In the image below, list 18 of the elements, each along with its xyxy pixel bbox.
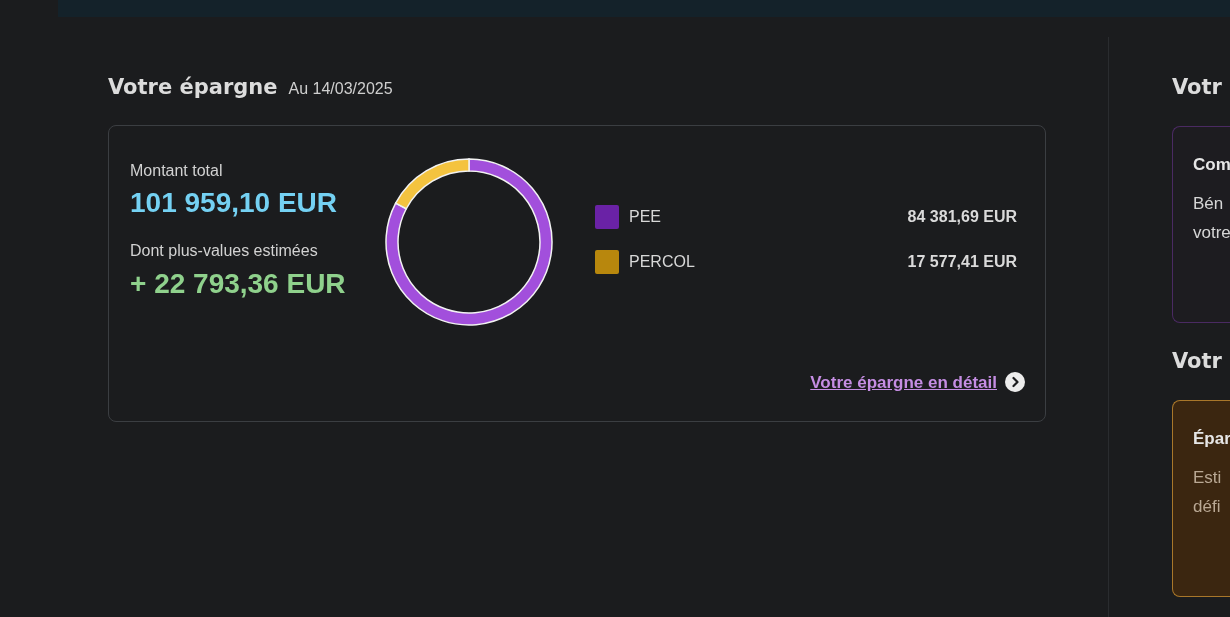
- gains-label: Dont plus-values estimées: [130, 241, 319, 261]
- gains-amount: + 22 793,36 EUR: [130, 267, 347, 301]
- section-title: Votr: [1172, 74, 1223, 101]
- legend-amount: 17 577,41 EUR: [907, 252, 1017, 272]
- card-title: Épar: [1193, 428, 1230, 450]
- card-title: Com: [1193, 154, 1230, 176]
- legend-amount: 84 381,69 EUR: [907, 207, 1017, 227]
- total-label: Montant total: [130, 161, 224, 181]
- total-amount: 101 959,10 EUR: [130, 186, 339, 220]
- section-title: Votr: [1172, 348, 1223, 375]
- chevron-circle-icon: [1005, 372, 1025, 393]
- detail-link[interactable]: Votre épargne en détail: [810, 369, 997, 395]
- card-text: Esti défi: [1193, 467, 1223, 518]
- date-label: Au 14/03/2025: [288, 79, 393, 99]
- card-text: Bén votre: [1193, 193, 1230, 244]
- section-title: Votre épargne: [108, 74, 278, 101]
- legend-label: PEE: [629, 207, 661, 227]
- legend-label: PERCOL: [629, 252, 695, 272]
